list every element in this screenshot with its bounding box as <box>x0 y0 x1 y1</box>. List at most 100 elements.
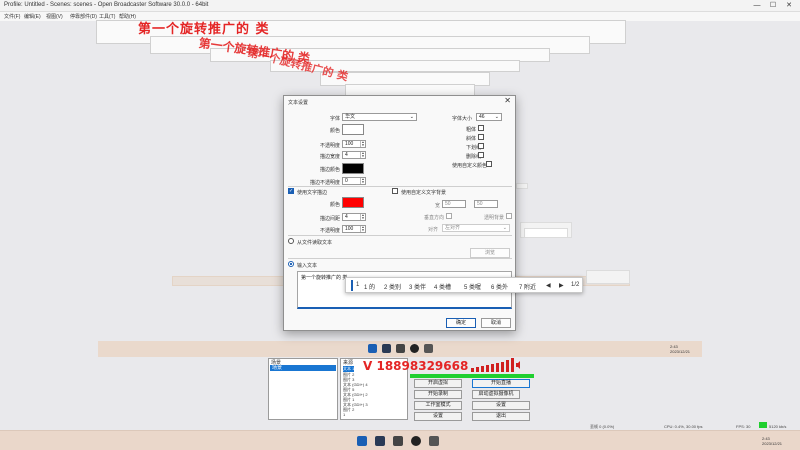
font-label: 字体 <box>329 116 340 122</box>
source-item[interactable]: 1 <box>343 412 345 417</box>
align-dropdown[interactable]: 左对齐 ⌄ <box>442 224 510 232</box>
ime-prev-icon[interactable]: ◀ <box>546 282 551 289</box>
preview-clock: 2:43 2023/12/21 <box>670 344 691 354</box>
outline-width-spinner[interactable]: 4 ▲ ▼ <box>342 151 366 159</box>
bg-spacing-spinner[interactable]: 4 ▲ ▼ <box>342 213 366 221</box>
transparent-checkbox[interactable] <box>506 213 512 219</box>
custom-color-label: 使用自定义颜色 <box>452 163 488 169</box>
italic-checkbox[interactable] <box>478 134 484 140</box>
font-size-dropdown[interactable]: 46 ⌄ <box>476 113 502 121</box>
menu-file[interactable]: 文件(F) <box>4 13 20 20</box>
menu-tools[interactable]: 工具(T) <box>99 13 115 20</box>
preview-fragment <box>524 228 568 238</box>
overlay-phone-text: V 18898329668 <box>363 359 469 373</box>
studio-mode-button[interactable]: 工作室模式 <box>414 401 462 410</box>
preview-fragment <box>586 270 630 284</box>
outline-opacity-label: 描边不透明度 <box>309 180 340 186</box>
ok-button[interactable]: 确定 <box>446 318 476 328</box>
ime-candidate[interactable]: 3 类伴 <box>409 282 426 291</box>
opacity-spinner[interactable]: 100 ▲ ▼ <box>342 140 366 148</box>
window-title: Profile: Untitled - Scenes: scenes - Ope… <box>4 2 209 8</box>
width-label: 宽 <box>434 203 440 209</box>
cancel-button[interactable]: 取消 <box>481 318 511 328</box>
ime-candidate[interactable]: 1 的 <box>364 282 375 291</box>
color-label: 颜色 <box>329 128 340 134</box>
obs-icon <box>410 344 419 353</box>
settings-button-2[interactable]: 设置 <box>414 412 462 421</box>
ime-candidate[interactable]: 4 类槽 <box>434 282 451 291</box>
scene-item-selected[interactable]: 场景 <box>270 365 336 371</box>
height-spinner[interactable]: 50 <box>474 200 498 208</box>
app-icon[interactable] <box>429 436 439 446</box>
ime-candidate-bar: 1 1 的 2 类别 3 类伴 4 类槽 5 类喔 6 类外 7 附近 ◀ ▶ … <box>345 277 583 293</box>
browse-button[interactable]: 浏览 <box>470 248 510 258</box>
windows-icon <box>368 344 377 353</box>
windows-start-icon[interactable] <box>357 436 367 446</box>
font-dropdown[interactable]: 华文 ⌄ <box>342 113 417 121</box>
ime-next-icon[interactable]: ▶ <box>559 282 564 289</box>
divider <box>288 235 512 236</box>
stepper-arrows[interactable]: ▲ ▼ <box>360 226 365 232</box>
bold-checkbox[interactable] <box>478 125 484 131</box>
preview-taskbar: 2:43 2023/12/21 <box>98 341 702 357</box>
menu-docks[interactable]: 停靠部件(D) <box>70 13 97 20</box>
color-swatch[interactable] <box>342 124 364 135</box>
status-cpu: CPU: 0.4%, 30.00 fps <box>664 424 703 429</box>
bold-label: 粗体 <box>466 127 477 133</box>
menu-edit[interactable]: 编辑(E) <box>24 13 41 20</box>
status-fps: FPS: 30 <box>736 424 751 429</box>
custom-color-checkbox[interactable] <box>486 161 492 167</box>
underline-checkbox[interactable] <box>478 143 484 149</box>
use-outline-label: 使用文字描边 <box>297 190 328 196</box>
outline-color-swatch[interactable] <box>342 163 364 174</box>
bg-color-label: 颜色 <box>329 202 340 208</box>
obs-taskbar-icon[interactable] <box>411 436 421 446</box>
strikeout-checkbox[interactable] <box>478 152 484 158</box>
input-text-radio[interactable] <box>288 261 294 267</box>
virtual-camera-button[interactable]: 开始录制 <box>414 390 462 399</box>
start-streaming-button[interactable]: 开启虚拟 <box>414 379 462 388</box>
bg-opacity-spinner[interactable]: 100 ▲ ▼ <box>342 225 366 233</box>
divider <box>288 186 512 187</box>
bg-color-swatch[interactable] <box>342 197 364 208</box>
stepper-arrows[interactable]: ▲ ▼ <box>360 152 365 158</box>
start-recording-button[interactable]: 开始直播 <box>472 379 530 388</box>
ime-candidate[interactable]: 7 附近 <box>519 282 536 291</box>
ime-candidate[interactable]: 6 类外 <box>491 282 508 291</box>
read-from-file-radio[interactable] <box>288 238 294 244</box>
settings-button[interactable]: 设置 <box>472 401 530 410</box>
chevron-down-icon: ⌄ <box>494 114 499 120</box>
vertical-checkbox[interactable] <box>446 213 452 219</box>
use-outline-checkbox[interactable]: ✓ <box>288 188 294 194</box>
outline-color-label: 描边颜色 <box>319 167 340 173</box>
ime-candidate[interactable]: 5 类喔 <box>464 282 481 291</box>
dialog-close-icon[interactable]: ✕ <box>504 96 511 105</box>
menu-view[interactable]: 视图(V) <box>46 13 63 20</box>
steam-icon <box>382 344 391 353</box>
stepper-arrows[interactable]: ▲ ▼ <box>360 214 365 220</box>
status-indicator <box>759 422 767 428</box>
close-button[interactable]: ✕ <box>782 0 796 11</box>
windows-taskbar: 2:43 2023/12/21 <box>0 430 800 450</box>
opacity-label: 不透明度 <box>319 143 340 149</box>
chevron-down-icon: ⌄ <box>502 225 507 231</box>
italic-label: 斜体 <box>466 136 477 142</box>
stepper-arrows[interactable]: ▲ ▼ <box>360 141 365 147</box>
stepper-arrows[interactable]: ▲ ▼ <box>360 178 365 184</box>
exit-button[interactable]: 退出 <box>472 412 530 421</box>
virtual-camera-settings-button[interactable]: 启动虚拟摄像机 <box>472 390 520 399</box>
steam-icon[interactable] <box>375 436 385 446</box>
dialog-title: 文本设置 <box>288 100 309 106</box>
maximize-button[interactable]: ☐ <box>766 0 780 11</box>
ime-candidate[interactable]: 2 类别 <box>384 282 401 291</box>
input-text-label: 输入文本 <box>297 263 318 269</box>
minimize-button[interactable]: — <box>750 0 764 11</box>
ime-index: 1 <box>356 282 360 288</box>
ime-page: 1/2 <box>571 282 580 288</box>
app-icon <box>396 344 405 353</box>
use-bg-checkbox[interactable] <box>392 188 398 194</box>
app-icon[interactable] <box>393 436 403 446</box>
width-spinner[interactable]: 50 <box>442 200 466 208</box>
outline-opacity-spinner[interactable]: 0 ▲ ▼ <box>342 177 366 185</box>
menu-help[interactable]: 帮助(H) <box>119 13 136 20</box>
